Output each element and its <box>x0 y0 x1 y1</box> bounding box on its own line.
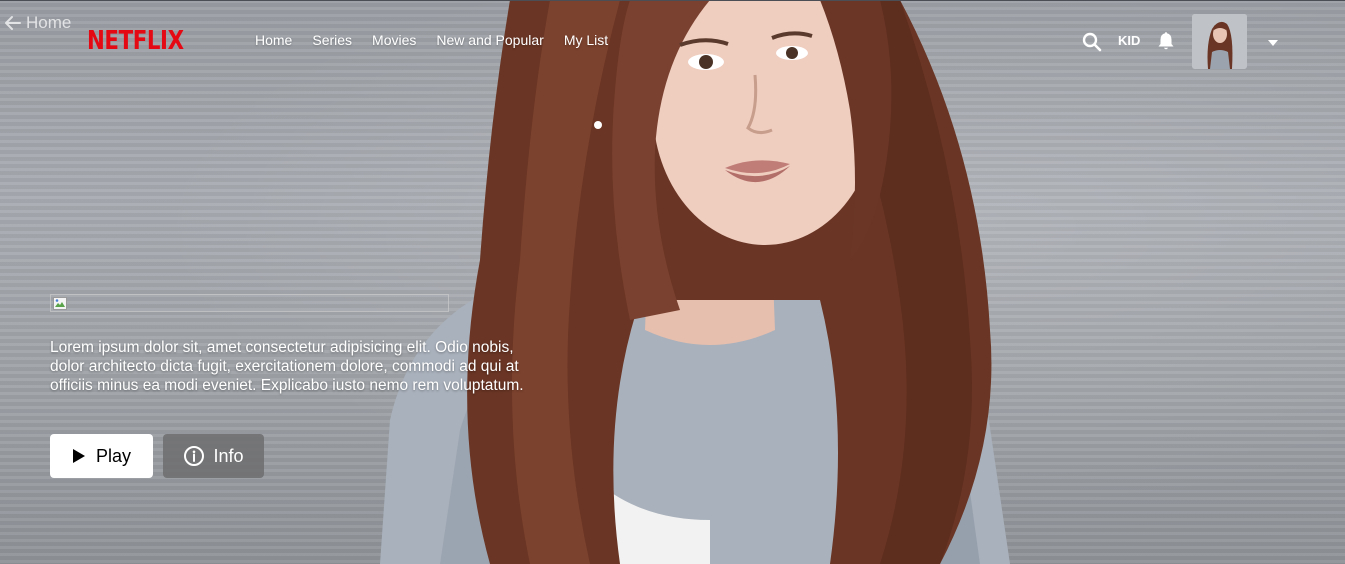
nav-item-series[interactable]: Series <box>312 32 352 48</box>
arrow-left-icon <box>5 16 21 30</box>
hero-image <box>380 0 1010 564</box>
play-button-label: Play <box>95 445 131 466</box>
kid-profile-link[interactable]: KID <box>1118 33 1140 48</box>
netflix-logo[interactable]: NETFLIX <box>87 26 184 56</box>
avatar-image <box>1192 14 1247 69</box>
nav-item-my-list[interactable]: My List <box>564 32 608 48</box>
nav-item-movies[interactable]: Movies <box>372 32 416 48</box>
play-icon <box>72 449 85 463</box>
info-button[interactable]: Info <box>163 434 264 478</box>
back-home-link[interactable]: Home <box>4 13 71 33</box>
nav-item-home[interactable]: Home <box>255 32 292 48</box>
title-image-placeholder <box>50 294 449 312</box>
search-icon <box>1082 32 1102 52</box>
caret-down-icon <box>1268 40 1278 46</box>
nav-item-new-and-popular[interactable]: New and Popular <box>436 32 543 48</box>
top-border <box>0 0 1345 1</box>
info-circle-icon <box>184 446 205 466</box>
hero-banner: Home NETFLIX Home Series Movies New and … <box>0 0 1345 564</box>
hero-description: Lorem ipsum dolor sit, amet consectetur … <box>50 339 524 394</box>
profile-menu-toggle[interactable] <box>1267 35 1279 46</box>
back-home-label: Home <box>26 13 72 32</box>
info-button-label: Info <box>213 445 244 466</box>
profile-avatar[interactable] <box>1192 14 1247 69</box>
play-button[interactable]: Play <box>50 434 153 478</box>
bell-icon <box>1158 32 1174 50</box>
broken-image-icon <box>53 297 67 310</box>
main-nav: Home Series Movies New and Popular My Li… <box>255 32 608 48</box>
search-button[interactable] <box>1081 31 1103 53</box>
notifications-button[interactable] <box>1155 30 1177 52</box>
